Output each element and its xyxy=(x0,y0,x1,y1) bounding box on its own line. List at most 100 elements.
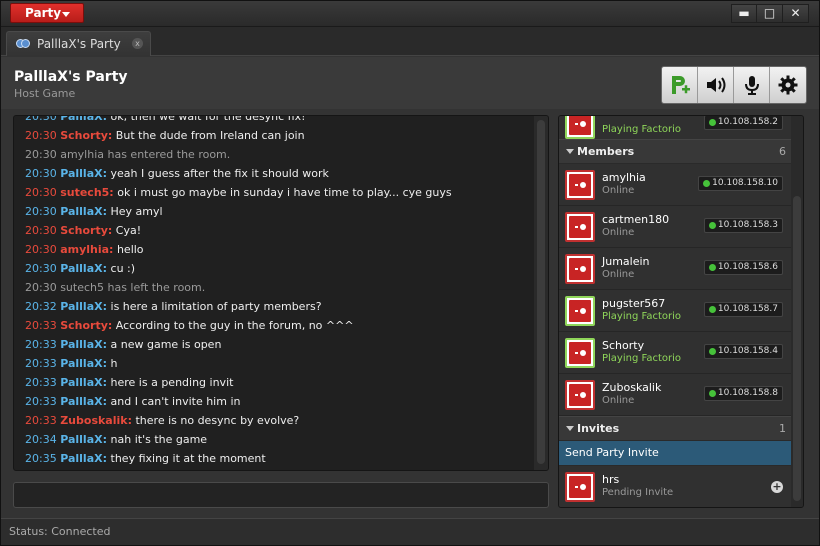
members-section-label: Members xyxy=(577,145,635,158)
message-author[interactable]: amylhia: xyxy=(60,243,113,256)
members-scrollbar[interactable] xyxy=(791,116,803,507)
online-dot-icon xyxy=(708,222,716,229)
window-controls: ▬ □ ✕ xyxy=(731,4,809,23)
online-dot-icon xyxy=(708,306,716,313)
avatar xyxy=(565,472,595,502)
speaker-icon xyxy=(706,77,725,93)
invite-name: hrs xyxy=(602,473,620,486)
chat-message: 20:33 Zuboskalik: there is no desync by … xyxy=(25,411,530,430)
message-author[interactable]: PalllaX: xyxy=(60,357,107,370)
avatar xyxy=(565,170,595,200)
online-dot-icon xyxy=(708,264,716,271)
system-message-text: 20:30 amylhia has entered the room. xyxy=(25,148,231,161)
message-author[interactable]: Schorty: xyxy=(60,319,112,332)
member-ip: 10.108.158.8 xyxy=(703,386,783,401)
message-time: 20:35 xyxy=(25,452,57,465)
system-message-text: 20:30 sutech5 has left the room. xyxy=(25,281,206,294)
member-row[interactable]: Zuboskalik Online 10.108.158.8 xyxy=(559,374,791,416)
message-time: 20:33 xyxy=(25,414,57,427)
message-text: Hey amyl xyxy=(110,205,163,218)
chat-message: 20:30 sutech5 has left the room. xyxy=(25,278,530,297)
message-author[interactable]: PalllaX: xyxy=(60,262,107,275)
message-text: and I can't invite him in xyxy=(110,395,241,408)
message-author[interactable]: PalllaX: xyxy=(60,338,107,351)
member-ip: 10.108.158.10 xyxy=(698,176,783,191)
minimize-button[interactable]: ▬ xyxy=(731,4,757,23)
send-party-invite-button[interactable]: Send Party Invite xyxy=(559,441,791,465)
member-ip: 10.108.158.3 xyxy=(703,218,783,233)
message-author[interactable]: PalllaX: xyxy=(60,116,107,123)
message-author[interactable]: Schorty: xyxy=(60,224,112,237)
members-scrollbar-thumb[interactable] xyxy=(793,196,801,501)
message-author[interactable]: Schorty: xyxy=(60,129,112,142)
invites-section-header[interactable]: Invites 1 xyxy=(559,416,791,440)
avatar xyxy=(565,380,595,410)
member-row[interactable]: Jumalein Online 10.108.158.6 xyxy=(559,248,791,290)
close-button[interactable]: ✕ xyxy=(783,4,809,23)
party-menu-button[interactable]: Party xyxy=(10,3,84,23)
party-icon xyxy=(16,39,30,48)
speaker-button[interactable] xyxy=(698,67,734,103)
maximize-button[interactable]: □ xyxy=(757,4,783,23)
message-author[interactable]: PalllaX: xyxy=(60,452,107,465)
page-title: PalllaX's Party xyxy=(14,69,128,85)
chat-scrollbar-thumb[interactable] xyxy=(537,120,545,464)
message-author[interactable]: PalllaX: xyxy=(60,300,107,313)
member-row[interactable]: amylhia Online 10.108.158.10 xyxy=(559,164,791,206)
message-author[interactable]: PalllaX: xyxy=(60,395,107,408)
status-bar: Status: Connected xyxy=(1,518,819,545)
member-row[interactable]: cartmen180 Online 10.108.158.3 xyxy=(559,206,791,248)
add-party-button[interactable] xyxy=(662,67,698,103)
chat-message: 20:30 Schorty: Cya! xyxy=(25,221,530,240)
chat-message: 20:34 PalllaX: nah it's the game xyxy=(25,430,530,449)
member-name: cartmen180 xyxy=(602,213,670,226)
message-author[interactable]: PalllaX: xyxy=(60,433,107,446)
message-text: Cya! xyxy=(115,224,142,237)
member-row[interactable]: Schorty Playing Factorio 10.108.158.4 xyxy=(559,332,791,374)
message-text: yeah I guess after the fix it should wor… xyxy=(110,167,329,180)
message-text: hello xyxy=(116,243,144,256)
title-bar: Party ▬ □ ✕ xyxy=(1,1,819,27)
plus-icon[interactable]: + xyxy=(771,481,783,493)
message-text: here is a pending invit xyxy=(110,376,234,389)
chevron-down-icon xyxy=(62,12,70,17)
tab-close-icon[interactable]: x xyxy=(132,38,143,49)
member-status: Online xyxy=(602,185,635,196)
message-author[interactable]: PalllaX: xyxy=(60,376,107,389)
member-ip: 10.108.158.2 xyxy=(703,116,783,130)
settings-button[interactable] xyxy=(770,67,806,103)
party-header: PalllaX's Party Host Game xyxy=(1,57,819,109)
collapse-triangle-icon xyxy=(566,426,574,431)
add-party-icon xyxy=(671,76,690,94)
members-section-header[interactable]: Members 6 xyxy=(559,139,791,163)
online-dot-icon xyxy=(708,390,716,397)
message-time: 20:30 xyxy=(25,205,57,218)
message-time: 20:33 xyxy=(25,376,57,389)
message-time: 20:30 xyxy=(25,129,57,142)
member-row[interactable]: pugster567 Playing Factorio 10.108.158.7 xyxy=(559,290,791,332)
chat-message: 20:33 Schorty: According to the guy in t… xyxy=(25,316,530,335)
tab-party[interactable]: PalllaX's Party x xyxy=(6,31,151,56)
message-author[interactable]: Zuboskalik: xyxy=(60,414,132,427)
message-time: 20:32 xyxy=(25,300,57,313)
invites-count: 1 xyxy=(779,422,786,435)
message-author[interactable]: PalllaX: xyxy=(60,167,107,180)
message-author[interactable]: sutech5: xyxy=(60,186,114,199)
chat-scrollbar[interactable] xyxy=(534,116,548,470)
party-menu-label: Party xyxy=(25,6,62,20)
member-name: pugster567 xyxy=(602,297,666,310)
avatar xyxy=(565,254,595,284)
member-status: Online xyxy=(602,395,635,406)
invite-row[interactable]: hrs Pending Invite + xyxy=(559,466,791,507)
invite-status: Pending Invite xyxy=(602,487,674,498)
members-count: 6 xyxy=(779,145,786,158)
message-time: 20:33 xyxy=(25,395,57,408)
microphone-button[interactable] xyxy=(734,67,770,103)
message-time: 20:30 xyxy=(25,243,57,256)
invites-section-label: Invites xyxy=(577,422,620,435)
microphone-icon xyxy=(744,76,759,95)
chat-input[interactable] xyxy=(13,482,549,508)
message-author[interactable]: PalllaX: xyxy=(60,205,107,218)
member-name: Schorty xyxy=(602,339,645,352)
page-subtitle: Host Game xyxy=(14,87,76,100)
